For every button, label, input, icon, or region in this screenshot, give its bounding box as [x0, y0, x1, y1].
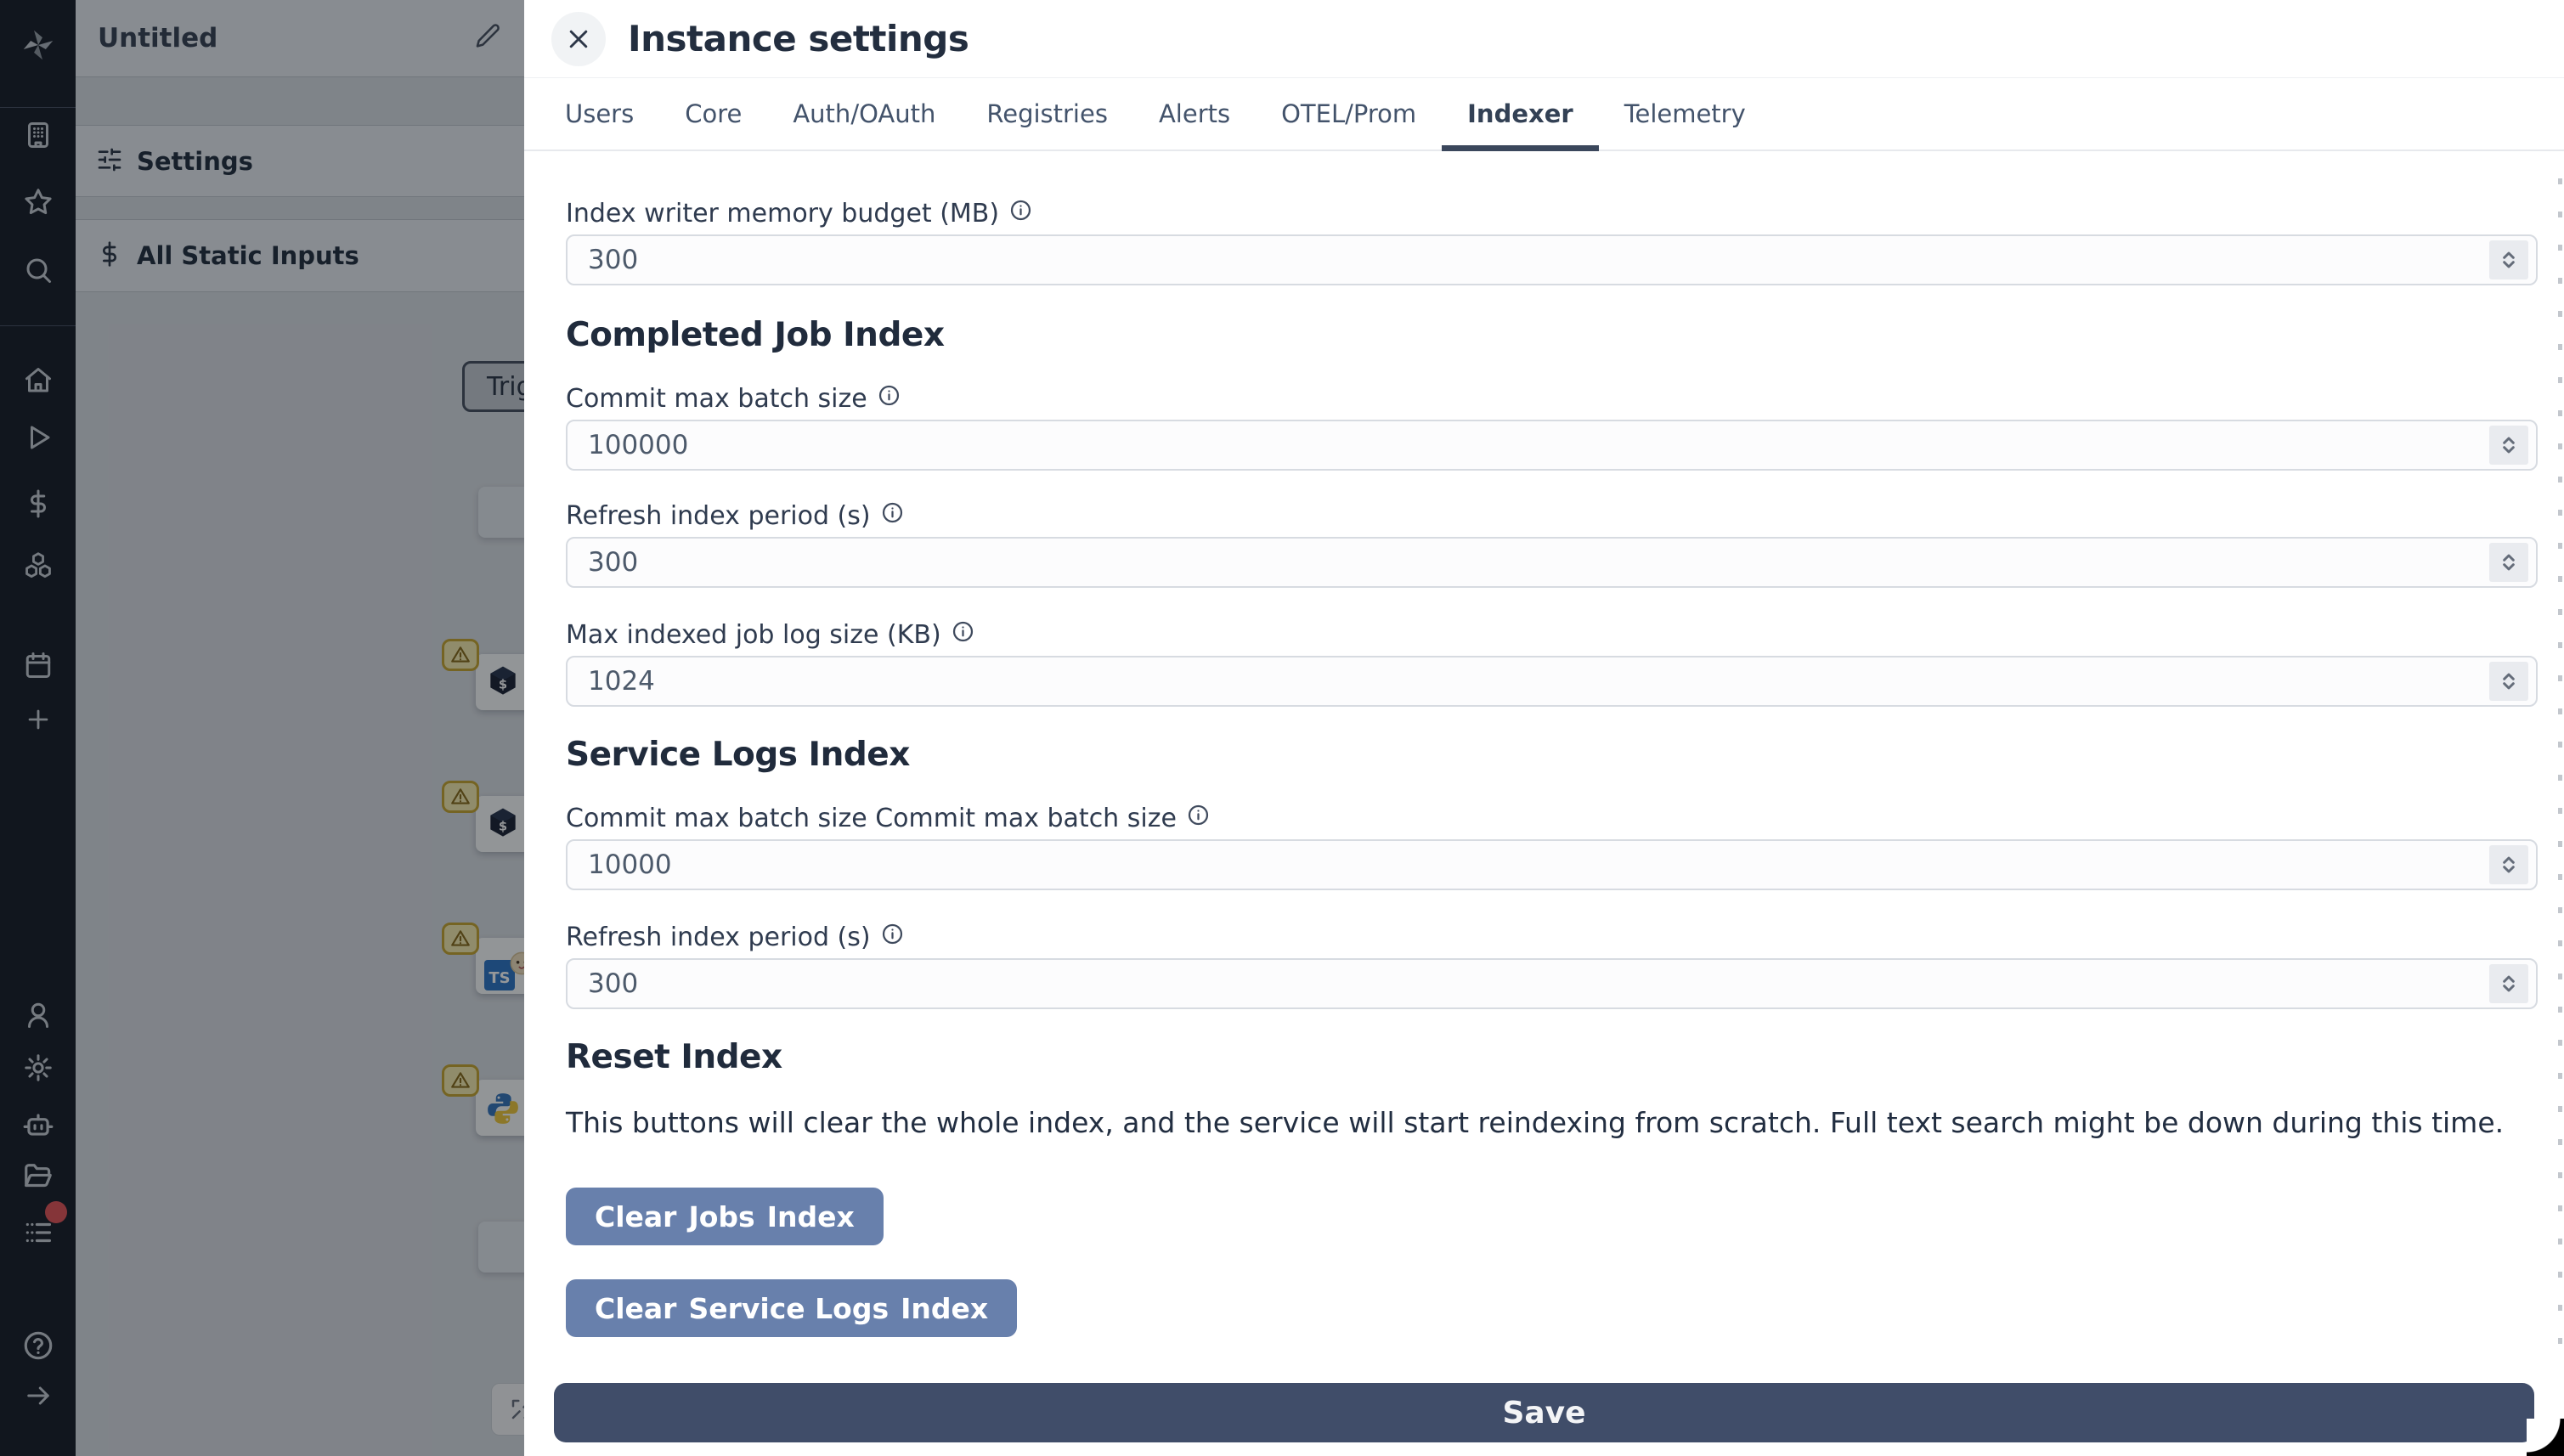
tab-auth-oauth[interactable]: Auth/OAuth: [767, 78, 961, 150]
tab-core[interactable]: Core: [659, 78, 767, 150]
info-icon[interactable]: [881, 923, 904, 953]
drawer-header: Instance settings: [524, 0, 2564, 78]
tab-otel-prom[interactable]: OTEL/Prom: [1256, 78, 1442, 150]
max-indexed-log-size-input[interactable]: [566, 656, 2538, 707]
number-spinner[interactable]: [2489, 662, 2528, 701]
drawer-scrollbar[interactable]: [2558, 178, 2562, 1354]
field-label-text: Commit max batch size Commit max batch s…: [566, 804, 1177, 833]
number-spinner[interactable]: [2489, 426, 2528, 465]
field-label: Commit max batch size Commit max batch s…: [566, 804, 2538, 834]
info-icon[interactable]: [1009, 199, 1032, 229]
field-label: Refresh index period (s): [566, 501, 2538, 532]
button-text: Index: [766, 1199, 855, 1233]
section-heading-service-logs-index: Service Logs Index: [566, 736, 910, 774]
field-label: Refresh index period (s): [566, 923, 2538, 953]
field-label: Index writer memory budget (MB): [566, 199, 2538, 229]
tab-users[interactable]: Users: [539, 78, 659, 150]
info-icon[interactable]: [952, 620, 974, 651]
number-field: [566, 537, 2538, 588]
save-row: Save: [554, 1383, 2534, 1442]
section-heading-completed-job-index: Completed Job Index: [566, 316, 945, 354]
button-text-emphasis: Service Logs: [688, 1291, 889, 1325]
info-icon[interactable]: [878, 384, 901, 415]
info-icon[interactable]: [1187, 804, 1210, 834]
clear-service-logs-index-button[interactable]: Clear Service Logs Index: [566, 1279, 1018, 1337]
screen: Untitled Settings All Static Inputs Tri …: [0, 0, 2564, 1456]
number-field: [566, 420, 2538, 471]
tab-registries[interactable]: Registries: [961, 78, 1133, 150]
save-button[interactable]: Save: [554, 1383, 2534, 1442]
button-text: Clear: [595, 1199, 677, 1233]
field-label-text: Refresh index period (s): [566, 501, 871, 531]
settings-tabs: Users Core Auth/OAuth Registries Alerts …: [524, 78, 2564, 151]
number-field: [566, 656, 2538, 707]
field-label: Max indexed job log size (KB): [566, 620, 2538, 651]
button-text: Clear: [595, 1291, 677, 1325]
instance-settings-drawer: Instance settings Users Core Auth/OAuth …: [524, 0, 2564, 1456]
field-label-text: Index writer memory budget (MB): [566, 199, 1000, 229]
window-corner: [2527, 1419, 2564, 1456]
drawer-title: Instance settings: [628, 18, 969, 59]
tab-indexer[interactable]: Indexer: [1442, 78, 1599, 151]
tab-telemetry[interactable]: Telemetry: [1599, 78, 1771, 150]
field-label-text: Max indexed job log size (KB): [566, 620, 941, 650]
field-label-text: Refresh index period (s): [566, 923, 871, 952]
number-field: [566, 234, 2538, 285]
clear-service-logs-row: Clear Service Logs Index: [566, 1279, 2538, 1337]
clear-jobs-row: Clear Jobs Index: [566, 1188, 2538, 1245]
field-label: Commit max batch size: [566, 384, 2538, 415]
number-spinner[interactable]: [2489, 543, 2528, 582]
button-text: Index: [901, 1291, 989, 1325]
clear-jobs-index-button[interactable]: Clear Jobs Index: [566, 1188, 884, 1245]
logs-commit-max-batch-input[interactable]: [566, 839, 2538, 890]
tab-alerts[interactable]: Alerts: [1133, 78, 1256, 150]
button-text-emphasis: Jobs: [688, 1199, 755, 1233]
index-writer-memory-input[interactable]: [566, 234, 2538, 285]
jobs-commit-max-batch-input[interactable]: [566, 420, 2538, 471]
number-field: [566, 958, 2538, 1009]
jobs-refresh-period-input[interactable]: [566, 537, 2538, 588]
number-field: [566, 839, 2538, 890]
modal-backdrop: [0, 0, 524, 1456]
indexer-settings-form: Index writer memory budget (MB) Complete…: [524, 151, 2564, 1383]
number-spinner[interactable]: [2489, 964, 2528, 1003]
logs-refresh-period-input[interactable]: [566, 958, 2538, 1009]
section-heading-reset-index: Reset Index: [566, 1038, 782, 1076]
number-spinner[interactable]: [2489, 845, 2528, 884]
field-label-text: Commit max batch size: [566, 384, 867, 414]
reset-index-note: This buttons will clear the whole index,…: [566, 1106, 2505, 1139]
close-icon[interactable]: [551, 11, 606, 66]
number-spinner[interactable]: [2489, 240, 2528, 279]
info-icon[interactable]: [881, 501, 904, 532]
